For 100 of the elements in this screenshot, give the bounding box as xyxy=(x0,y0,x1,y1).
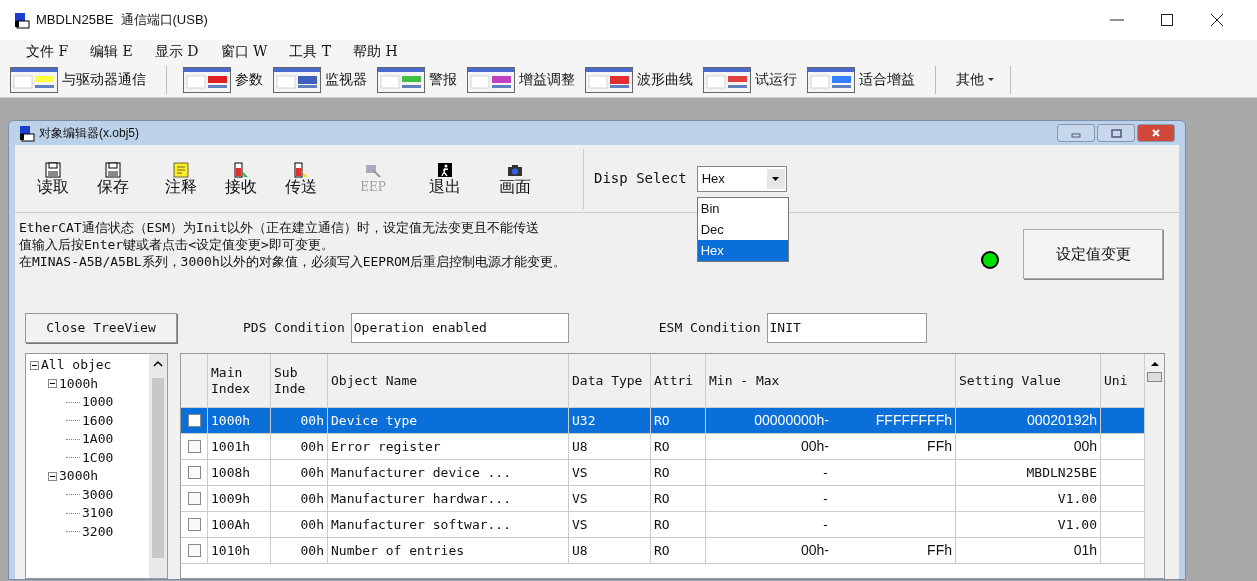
table-cell: 00h xyxy=(271,434,328,460)
checkbox[interactable] xyxy=(187,544,201,557)
send-icon xyxy=(293,161,309,178)
toolbar-button[interactable]: 试运行 xyxy=(703,64,801,95)
table-cell: 100Ah xyxy=(208,512,271,538)
table-cell: Number of entries xyxy=(328,538,569,564)
tree-item[interactable]: 3100 xyxy=(82,504,114,523)
esm-condition-field[interactable]: INIT xyxy=(766,313,927,343)
table-cell: 00000000h- xyxy=(754,412,829,428)
scroll-up-icon xyxy=(1149,360,1160,368)
dropdown-option[interactable]: Bin xyxy=(697,197,788,219)
close-button[interactable] xyxy=(1137,124,1175,142)
table-cell: RO xyxy=(651,408,706,434)
table-cell: VS xyxy=(569,486,651,512)
caret-icon xyxy=(772,176,780,181)
table-cell: 1010h xyxy=(208,538,271,564)
disp-select-label: Disp Select xyxy=(594,169,687,188)
tree-item[interactable]: 1000h xyxy=(59,374,99,393)
tree-item[interactable]: 3000h xyxy=(59,467,99,486)
table-cell: RO xyxy=(651,486,706,512)
scrollbar[interactable] xyxy=(149,354,167,578)
toolbar-button[interactable]: 与驱动器通信 xyxy=(10,64,150,95)
menu-item[interactable]: 编辑 E xyxy=(90,40,133,62)
tool-button[interactable]: 退出 xyxy=(423,161,467,196)
toolbar-button[interactable]: 增益调整 xyxy=(467,64,579,95)
table-cell: U8 xyxy=(569,434,651,460)
pds-condition-field[interactable]: Operation enabled xyxy=(350,313,569,343)
checkbox[interactable] xyxy=(187,466,201,479)
dropdown-option[interactable]: Dec xyxy=(697,218,788,240)
screen-thumbnail-icon xyxy=(10,66,58,93)
esm-condition-label: ESM Condition xyxy=(658,319,761,338)
table-cell: VS xyxy=(569,512,651,538)
tool-button[interactable]: 画面 xyxy=(493,161,537,196)
person-exit-icon xyxy=(437,161,453,178)
menu-item[interactable]: 工具 T xyxy=(289,40,332,62)
receive-icon xyxy=(233,161,249,178)
tree-item[interactable]: 1000 xyxy=(82,393,114,412)
column-header[interactable]: Main Index xyxy=(208,354,271,408)
checkbox[interactable] xyxy=(187,440,201,453)
apply-setting-button[interactable]: 设定值变更 xyxy=(1023,229,1163,279)
tool-button[interactable]: 读取 xyxy=(31,161,75,196)
more-dropdown[interactable]: 其他 xyxy=(952,64,998,95)
column-header[interactable]: Attri xyxy=(651,354,706,408)
column-header[interactable]: Uni xyxy=(1101,354,1146,408)
menu-item[interactable]: 帮助 H xyxy=(353,40,398,62)
table-cell: 00h xyxy=(271,512,328,538)
tool-button[interactable]: 传送 xyxy=(279,161,323,196)
checkbox[interactable] xyxy=(187,518,201,531)
menu-item[interactable]: 窗口 W xyxy=(220,40,268,62)
app-icon xyxy=(14,11,30,29)
screen-thumbnail-icon xyxy=(585,66,633,93)
menu-item[interactable]: 显示 D xyxy=(154,40,199,62)
scroll-up-icon xyxy=(153,360,163,368)
close-treeview-button[interactable]: Close TreeView xyxy=(25,313,177,343)
table-cell-text: 00h xyxy=(1073,437,1097,456)
table-cell-text: 01h xyxy=(1073,541,1097,560)
minimize-button[interactable] xyxy=(1057,124,1095,142)
tree-item[interactable]: 3000 xyxy=(82,485,114,504)
info-message: 值输入后按Enter键或者点击<设定值变更>即可变更。 xyxy=(19,236,335,253)
table-cell: FFh xyxy=(927,438,952,454)
column-header[interactable]: Object Name xyxy=(328,354,569,408)
scrollbar[interactable] xyxy=(1144,354,1164,578)
tree-item[interactable]: 1C00 xyxy=(82,448,114,467)
maximize-icon xyxy=(1159,13,1175,27)
table-cell: RO xyxy=(651,538,706,564)
table-cell: RO xyxy=(651,434,706,460)
screen-thumbnail-icon xyxy=(273,66,321,93)
tree-item[interactable]: 1A00 xyxy=(82,430,114,449)
column-header[interactable]: Data Type xyxy=(569,354,651,408)
table-cell-text: 00020192h xyxy=(1026,411,1097,430)
column-header[interactable]: Setting Value xyxy=(956,354,1101,408)
checkbox[interactable] xyxy=(187,414,201,427)
pds-condition-label: PDS Condition xyxy=(243,319,345,338)
restore-button[interactable] xyxy=(1097,124,1135,142)
table-cell-text: V1.00 xyxy=(1057,489,1097,508)
checkbox[interactable] xyxy=(187,492,201,505)
toolbar-button[interactable]: 警报 xyxy=(377,64,461,95)
table-cell: Device type xyxy=(328,408,569,434)
tree-item[interactable]: 1600 xyxy=(82,411,114,430)
toolbar-button[interactable]: 波形曲线 xyxy=(585,64,697,95)
table-cell-text: - xyxy=(821,463,830,482)
tool-button[interactable]: 保存 xyxy=(91,161,135,196)
column-header[interactable]: Min - Max xyxy=(706,354,956,408)
table-cell: FFh xyxy=(927,542,952,558)
window-title: 对象编辑器(x.obj5) xyxy=(39,125,139,142)
toolbar-button[interactable]: 适合增益 xyxy=(807,64,919,95)
app-icon xyxy=(19,124,35,142)
tree-item[interactable]: All objec xyxy=(41,356,112,375)
column-header[interactable]: Sub Inde xyxy=(271,354,328,408)
scrollbar-thumb[interactable] xyxy=(1147,372,1162,382)
menu-item[interactable]: 文件 F xyxy=(26,40,69,62)
screen-thumbnail-icon xyxy=(183,66,231,93)
toolbar-button[interactable]: 监视器 xyxy=(273,64,371,95)
tool-button[interactable]: 接收 xyxy=(219,161,263,196)
close-icon xyxy=(1209,13,1225,27)
table-cell: 1000h xyxy=(208,408,271,434)
dropdown-option[interactable]: Hex xyxy=(697,239,788,261)
toolbar-button[interactable]: 参数 xyxy=(183,64,267,95)
tree-item[interactable]: 3200 xyxy=(82,522,114,541)
tool-button[interactable]: 注释 xyxy=(159,161,203,196)
